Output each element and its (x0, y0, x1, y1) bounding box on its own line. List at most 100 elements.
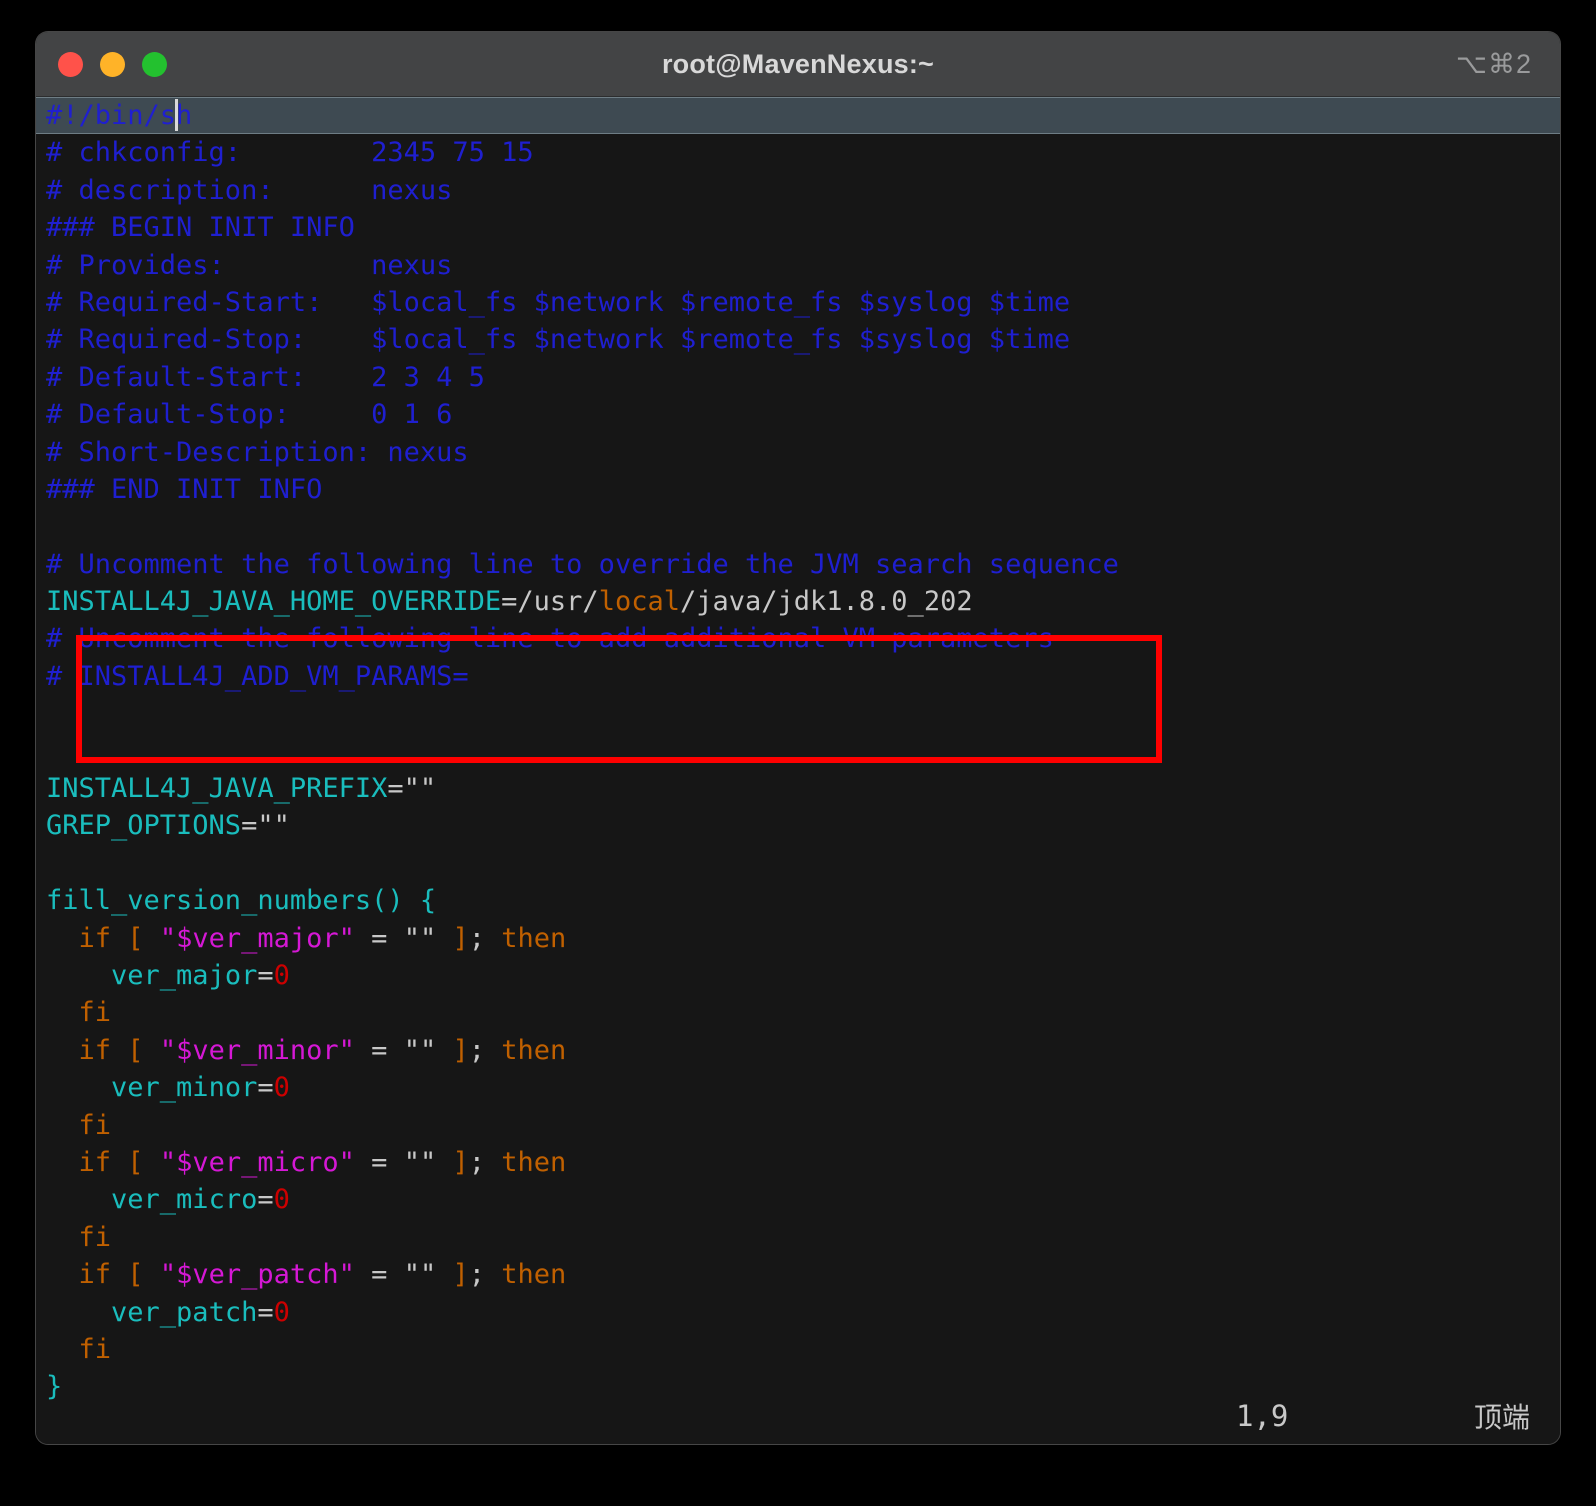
editor-line[interactable]: ver_major=0 (36, 957, 1560, 994)
editor-line[interactable]: #!/bin/sh (36, 97, 1560, 134)
code-token: "$ver_major" (160, 923, 355, 954)
editor-line[interactable]: if [ "$ver_micro" = "" ]; then (36, 1144, 1560, 1181)
editor-line[interactable]: fi (36, 1107, 1560, 1144)
code-token: # Provides: nexus (46, 250, 452, 281)
code-token (485, 1035, 501, 1066)
code-token: # Required-Stop: $local_fs $network $rem… (46, 324, 1070, 355)
editor-line[interactable]: ### BEGIN INIT INFO (36, 209, 1560, 246)
code-token: INSTALL4J_JAVA_HOME_OVERRIDE (46, 586, 501, 617)
code-token: "" (404, 923, 437, 954)
code-token (436, 923, 452, 954)
editor-line[interactable]: ver_micro=0 (36, 1181, 1560, 1218)
code-token (111, 1147, 127, 1178)
editor-line[interactable]: # Short-Description: nexus (36, 434, 1560, 471)
editor-line[interactable]: # Provides: nexus (36, 247, 1560, 284)
code-token: ="" (387, 773, 436, 804)
code-token: ver_minor (111, 1072, 257, 1103)
code-token: if (79, 1259, 112, 1290)
code-token: = (257, 1072, 273, 1103)
code-token: 0 (274, 1072, 290, 1103)
editor-line[interactable]: fi (36, 1331, 1560, 1368)
code-token: then (501, 1035, 566, 1066)
editor-line[interactable]: if [ "$ver_patch" = "" ]; then (36, 1256, 1560, 1293)
code-token: "" (404, 1147, 437, 1178)
vim-status-bar: 1,9 顶端 (36, 1396, 1560, 1436)
code-token: = (355, 1035, 404, 1066)
code-token: # Short-Description: nexus (46, 437, 469, 468)
terminal-body[interactable]: #!/bin/sh# chkconfig: 2345 75 15 # descri… (36, 97, 1560, 1444)
editor-line[interactable]: fill_version_numbers() { (36, 882, 1560, 919)
editor-line[interactable]: ver_patch=0 (36, 1294, 1560, 1331)
editor-line[interactable]: INSTALL4J_JAVA_PREFIX="" (36, 770, 1560, 807)
code-token: "$ver_micro" (160, 1147, 355, 1178)
code-token: "" (404, 1259, 437, 1290)
cursor-position: 1,9 (1236, 1399, 1288, 1433)
code-token (46, 1147, 79, 1178)
code-token (144, 1035, 160, 1066)
code-token (485, 1259, 501, 1290)
code-token: ; (469, 1147, 485, 1178)
editor-line[interactable]: # chkconfig: 2345 75 15 (36, 134, 1560, 171)
code-token: fi (79, 1110, 112, 1141)
code-token: if (79, 923, 112, 954)
minimize-button[interactable] (100, 52, 125, 77)
editor-line[interactable] (36, 695, 1560, 732)
editor-line[interactable]: if [ "$ver_major" = "" ]; then (36, 920, 1560, 957)
code-token (46, 923, 79, 954)
editor-line[interactable]: fi (36, 994, 1560, 1031)
code-token (144, 923, 160, 954)
editor-line[interactable]: fi (36, 1219, 1560, 1256)
editor-line[interactable]: # Required-Start: $local_fs $network $re… (36, 284, 1560, 321)
editor-line[interactable]: # INSTALL4J_ADD_VM_PARAMS= (36, 658, 1560, 695)
editor-line[interactable]: # Default-Stop: 0 1 6 (36, 396, 1560, 433)
code-token: # chkconfig: 2345 75 15 (46, 137, 534, 168)
code-token: 0 (274, 960, 290, 991)
code-token (144, 1147, 160, 1178)
code-token: ] (452, 923, 468, 954)
code-token: = (257, 1184, 273, 1215)
code-token (46, 1035, 79, 1066)
editor-line[interactable]: GREP_OPTIONS="" (36, 807, 1560, 844)
editor-line[interactable]: if [ "$ver_minor" = "" ]; then (36, 1032, 1560, 1069)
editor-line[interactable] (36, 733, 1560, 770)
code-token: # Default-Stop: 0 1 6 (46, 399, 452, 430)
code-token: local (599, 586, 680, 617)
code-token (144, 1259, 160, 1290)
code-token: = (355, 1259, 404, 1290)
code-token (436, 1035, 452, 1066)
code-token: fi (79, 1334, 112, 1365)
terminal-window: root@MavenNexus:~ ⌥⌘2 #!/bin/sh# chkconf… (36, 32, 1560, 1444)
code-token: 0 (274, 1184, 290, 1215)
code-token (46, 1334, 79, 1365)
editor-line[interactable] (36, 845, 1560, 882)
editor-line[interactable]: # description: nexus (36, 172, 1560, 209)
editor-line[interactable]: # Default-Start: 2 3 4 5 (36, 359, 1560, 396)
editor-line[interactable]: # Uncomment the following line to overri… (36, 546, 1560, 583)
vim-editor-buffer[interactable]: #!/bin/sh# chkconfig: 2345 75 15 # descri… (36, 97, 1560, 1406)
code-token (485, 923, 501, 954)
code-token (46, 997, 79, 1028)
code-token: # INSTALL4J_ADD_VM_PARAMS= (46, 661, 469, 692)
code-token (46, 1110, 79, 1141)
keyboard-shortcut-badge: ⌥⌘2 (1456, 49, 1532, 80)
code-token (436, 1259, 452, 1290)
editor-line[interactable]: INSTALL4J_JAVA_HOME_OVERRIDE=/usr/local/… (36, 583, 1560, 620)
editor-line[interactable]: ### END INIT INFO (36, 471, 1560, 508)
maximize-button[interactable] (142, 52, 167, 77)
code-token: fi (79, 1222, 112, 1253)
editor-line[interactable]: # Required-Stop: $local_fs $network $rem… (36, 321, 1560, 358)
code-token: =/usr/ (501, 586, 599, 617)
editor-line[interactable] (36, 508, 1560, 545)
code-token: #!/bin/s (46, 100, 176, 131)
code-token (46, 1072, 111, 1103)
editor-line[interactable]: ver_minor=0 (36, 1069, 1560, 1106)
close-button[interactable] (58, 52, 83, 77)
editor-line[interactable]: # Uncomment the following line to add ad… (36, 620, 1560, 657)
code-token: [ (127, 1147, 143, 1178)
code-token: ver_micro (111, 1184, 257, 1215)
code-token (111, 1259, 127, 1290)
code-token: ; (469, 1035, 485, 1066)
code-token: # Default-Start: 2 3 4 5 (46, 362, 485, 393)
code-token: # Uncomment the following line to overri… (46, 549, 1119, 580)
code-token (46, 1259, 79, 1290)
